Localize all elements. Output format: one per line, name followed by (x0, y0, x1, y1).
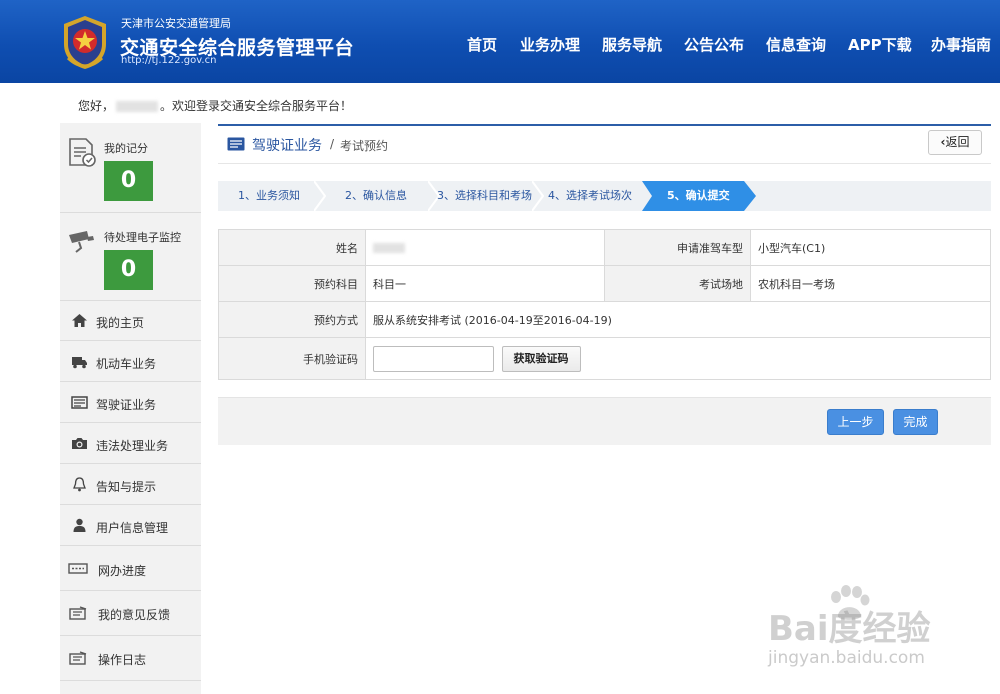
monitor-card[interactable]: 待处理电子监控 0 (60, 213, 201, 301)
confirmation-table: 姓名 申请准驾车型 小型汽车(C1) 预约科目 科目一 考试场地 农机科目一考场… (218, 229, 991, 380)
nav-home[interactable]: 首页 (467, 34, 497, 55)
bell-icon (73, 477, 86, 492)
watermark-url: jingyan.baidu.com (768, 648, 925, 668)
surveillance-camera-icon (69, 231, 94, 253)
table-row: 姓名 申请准驾车型 小型汽车(C1) (218, 229, 991, 266)
exam-site-value: 农机科目一考场 (750, 265, 991, 302)
sms-code-cell: 获取验证码 (365, 337, 991, 380)
nav-guide[interactable]: 办事指南 (931, 34, 991, 55)
welcome-message: 您好， 。欢迎登录交通安全综合服务平台！ (78, 97, 352, 114)
breadcrumb-current: 考试预约 (340, 139, 389, 153)
score-count: 0 (104, 161, 153, 201)
score-label: 我的记分 (104, 142, 148, 155)
sidebar-item-license[interactable]: 驾驶证业务 (60, 383, 201, 423)
sidebar-item-violation[interactable]: 违法处理业务 (60, 424, 201, 464)
sidebar-item-vehicle[interactable]: 机动车业务 (60, 342, 201, 382)
sidebar-item-home[interactable]: 我的主页 (60, 301, 201, 341)
nav-app-download[interactable]: APP下载 (848, 34, 912, 55)
truck-icon (72, 357, 87, 369)
finish-button[interactable]: 完成 (893, 409, 938, 435)
vehicle-type-label: 申请准驾车型 (604, 229, 751, 266)
nav-service-guide[interactable]: 服务导航 (602, 34, 662, 55)
table-row: 预约方式 服从系统安排考试 (2016-04-19至2016-04-19) (218, 301, 991, 338)
sidebar-item-label: 违法处理业务 (96, 439, 169, 453)
prev-step-button[interactable]: 上一步 (827, 409, 884, 435)
monitor-label: 待处理电子监控 (104, 231, 181, 244)
step-4: 4、选择考试场次 (548, 189, 632, 202)
user-icon (73, 518, 86, 532)
sidebar-item-label: 网办进度 (98, 564, 147, 578)
site-url: http://tj.122.gov.cn (121, 55, 217, 66)
monitor-count: 0 (104, 250, 153, 290)
agency-name: 天津市公安交通管理局 (121, 17, 231, 30)
nav-announcements[interactable]: 公告公布 (684, 34, 744, 55)
sidebar-item-user[interactable]: 用户信息管理 (60, 506, 201, 546)
sidebar-item-label: 机动车业务 (96, 357, 157, 371)
blurred-username (116, 101, 159, 112)
sms-code-label: 手机验证码 (218, 337, 366, 380)
sidebar-item-label: 我的意见反馈 (98, 608, 171, 622)
sidebar-item-label: 告知与提示 (96, 480, 157, 494)
action-bar: 上一步 完成 (218, 397, 991, 445)
get-code-button[interactable]: 获取验证码 (501, 345, 581, 372)
nav-info-query[interactable]: 信息查询 (766, 34, 826, 55)
log-icon (69, 651, 87, 665)
table-row: 预约科目 科目一 考试场地 农机科目一考场 (218, 265, 991, 302)
sidebar-item-log[interactable]: 操作日志 (60, 636, 201, 681)
license-card-icon (227, 137, 245, 151)
watermark-logo: Bai度经验 (768, 609, 931, 649)
breadcrumb-section[interactable]: 驾驶证业务 (252, 135, 322, 155)
breadcrumb: 驾驶证业务 / 考试预约 ‹返回 (218, 126, 991, 164)
sidebar-item-label: 操作日志 (98, 653, 147, 667)
subject-label: 预约科目 (218, 265, 366, 302)
method-value: 服从系统安排考试 (2016-04-19至2016-04-19) (365, 301, 991, 338)
home-icon (72, 314, 87, 327)
subject-value: 科目一 (365, 265, 605, 302)
step-divider (532, 181, 544, 211)
name-label: 姓名 (218, 229, 366, 266)
greeting-prefix: 您好， (78, 99, 115, 113)
camera-icon (72, 438, 87, 449)
sidebar-item-notice[interactable]: 告知与提示 (60, 465, 201, 505)
sidebar-item-label: 我的主页 (96, 316, 145, 330)
sidebar-item-label: 用户信息管理 (96, 521, 169, 535)
greeting-suffix: 。欢迎登录交通安全综合服务平台！ (160, 99, 353, 113)
vehicle-type-value: 小型汽车(C1) (750, 229, 991, 266)
step-5-active: 5、确认提交 (667, 189, 730, 202)
site-header: 天津市公安交通管理局 交通安全综合服务管理平台 http://tj.122.go… (0, 0, 1000, 83)
score-document-icon (69, 138, 96, 167)
step-2: 2、确认信息 (345, 189, 407, 202)
nav-business[interactable]: 业务办理 (520, 34, 580, 55)
step-3: 3、选择科目和考场 (437, 189, 532, 202)
license-card-icon (71, 396, 88, 409)
step-progress: 1、业务须知 2、确认信息 3、选择科目和考场 4、选择考试场次 5、确认提交 (218, 181, 991, 211)
step-divider (314, 181, 326, 211)
method-label: 预约方式 (218, 301, 366, 338)
sidebar-item-label: 驾驶证业务 (96, 398, 157, 412)
breadcrumb-separator: / (330, 137, 335, 151)
exam-site-label: 考试场地 (604, 265, 751, 302)
sidebar-item-progress[interactable]: 网办进度 (60, 547, 201, 591)
main-nav: 首页 业务办理 服务导航 公告公布 信息查询 APP下载 办事指南 (0, 34, 1000, 54)
step-1: 1、业务须知 (238, 189, 300, 202)
progress-icon (68, 563, 88, 574)
back-button[interactable]: ‹返回 (928, 130, 982, 155)
blurred-name (373, 243, 405, 253)
back-button-label: 返回 (945, 135, 970, 149)
sidebar: 我的记分 0 待处理电子监控 0 我的主页 机动车业务 驾驶证业务 违法处理业务… (60, 123, 201, 694)
name-value (365, 229, 605, 266)
feedback-icon (69, 606, 87, 620)
sidebar-item-feedback[interactable]: 我的意见反馈 (60, 591, 201, 636)
score-card[interactable]: 我的记分 0 (60, 123, 201, 213)
table-row: 手机验证码 获取验证码 (218, 337, 991, 380)
sms-code-input[interactable] (373, 345, 494, 372)
